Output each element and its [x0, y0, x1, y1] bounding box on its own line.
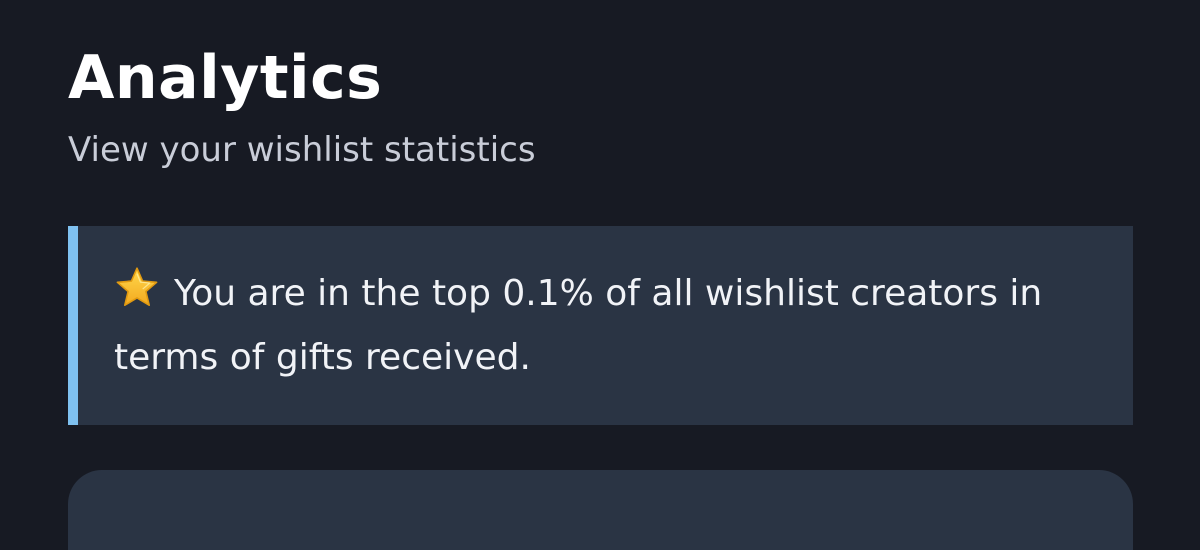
callout-content: You are in the top 0.1% of all wishlist …: [114, 262, 1094, 390]
analytics-card: [68, 470, 1133, 550]
page-header: Analytics View your wishlist statistics: [68, 40, 536, 172]
star-icon: [114, 265, 160, 311]
page-subtitle: View your wishlist statistics: [68, 130, 536, 170]
callout-text: You are in the top 0.1% of all wishlist …: [114, 273, 1043, 378]
page-title: Analytics: [68, 43, 383, 113]
top-creator-callout: You are in the top 0.1% of all wishlist …: [68, 226, 1133, 425]
